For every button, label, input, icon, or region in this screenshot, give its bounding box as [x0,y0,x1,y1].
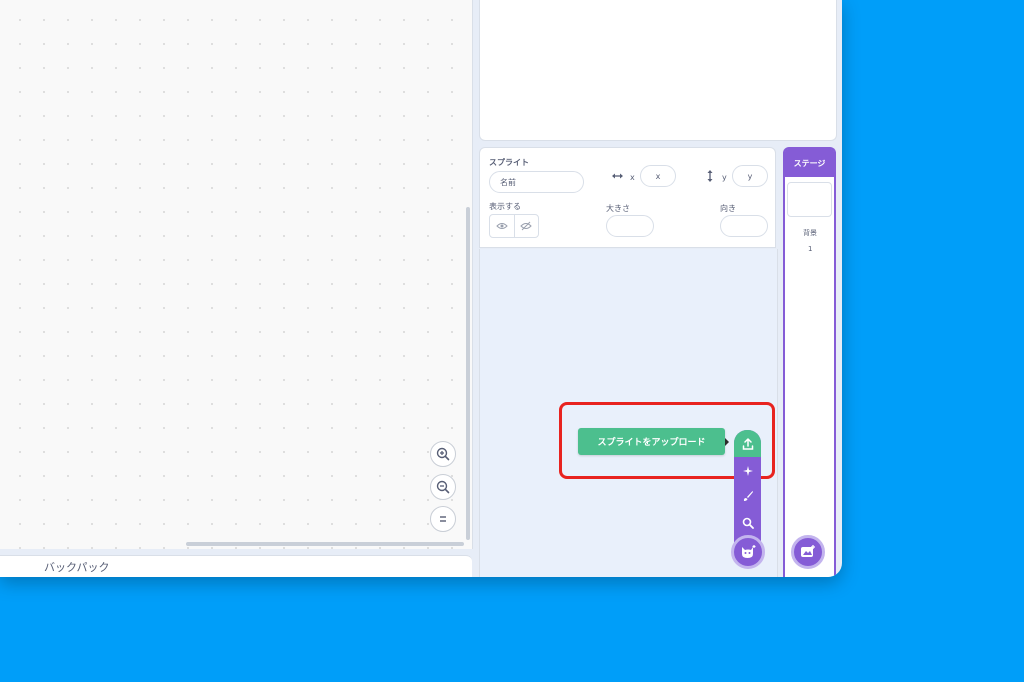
zoom-out-icon [436,480,450,494]
y-arrows-icon [707,170,713,182]
show-label: 表示する [489,202,521,211]
upload-icon [742,437,753,450]
size-label: 大きさ [606,204,630,213]
stage-header: ステージ [785,149,834,177]
backpack-bar[interactable]: バックパック [0,555,472,577]
tooltip-arrow [725,438,729,446]
horizontal-scrollbar[interactable] [186,542,464,546]
paint-icon [743,490,753,501]
surprise-sprite-button[interactable] [734,457,761,484]
editor-window: バックパック スプライト 名前 x x y y 表示する 大きさ 向き ステージ… [0,0,842,577]
zoom-out-button[interactable] [430,474,456,500]
vertical-scrollbar[interactable] [466,207,470,540]
x-placeholder: x [655,171,661,181]
upload-sprite-button[interactable] [734,430,761,457]
upload-sprite-tooltip: スプライトをアップロード [578,428,725,455]
backdrop-thumbnail[interactable] [787,182,832,217]
y-label: y [722,173,727,182]
zoom-in-icon [436,447,450,461]
search-icon [742,517,754,529]
visibility-toggle [489,214,539,238]
choose-sprite-button[interactable] [734,509,761,536]
stage-selector-panel[interactable]: ステージ 背景 1 [783,147,836,577]
eye-hidden-icon [520,221,533,231]
x-arrows-icon [612,173,623,179]
sprite-name-placeholder: 名前 [500,177,516,187]
sprite-info-panel: スプライト 名前 x x y y 表示する 大きさ 向き [479,147,776,248]
y-placeholder: y [747,171,753,181]
direction-label: 向き [720,204,736,213]
x-input[interactable]: x [640,165,676,187]
stage-preview[interactable] [479,0,837,141]
surprise-icon [742,465,753,476]
zoom-in-button[interactable] [430,441,456,467]
code-workspace[interactable] [0,0,473,549]
sprite-menu-strip [734,430,761,548]
size-input[interactable] [606,215,654,237]
zoom-reset-icon [440,516,446,522]
backdrops-count: 1 [808,245,813,253]
show-button[interactable] [490,215,515,237]
paint-sprite-button[interactable] [734,482,761,509]
sprite-name-input[interactable]: 名前 [489,171,584,193]
hide-button[interactable] [515,215,538,237]
backpack-label: バックパック [44,561,110,574]
sprite-cat-icon [742,545,756,558]
add-sprite-button[interactable] [731,535,765,569]
backdrop-image-icon [801,545,815,557]
choose-backdrop-button[interactable] [791,535,825,569]
tooltip-text: スプライトをアップロード [597,438,706,448]
zoom-reset-button[interactable] [430,506,456,532]
y-input[interactable]: y [732,165,768,187]
eye-icon [496,223,508,229]
direction-input[interactable] [720,215,768,237]
x-label: x [630,173,635,182]
backdrops-label: 背景 [803,229,817,237]
sprite-label: スプライト [489,158,529,167]
